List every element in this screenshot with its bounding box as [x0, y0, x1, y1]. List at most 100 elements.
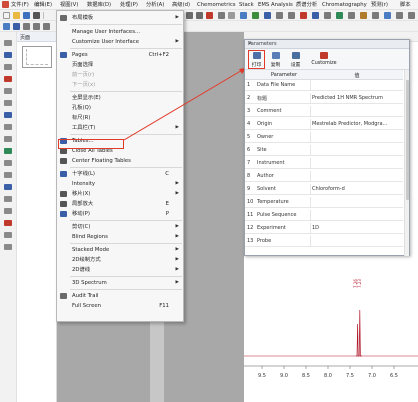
full-view-icon[interactable]: [43, 23, 50, 30]
tool-icon[interactable]: [4, 112, 12, 118]
tool-icon[interactable]: [4, 136, 12, 142]
menu-item[interactable]: 前一页(r): [57, 70, 183, 80]
menu-stack[interactable]: Stack: [239, 1, 254, 9]
tool-icon[interactable]: [4, 64, 12, 70]
menu-item[interactable]: Customize User Interface ▶: [57, 37, 183, 47]
baseline-icon[interactable]: [324, 12, 331, 19]
menu-analysis[interactable]: 分析(A): [146, 1, 164, 9]
arrow-tool-icon[interactable]: [372, 12, 379, 19]
tool-icon[interactable]: [4, 172, 12, 178]
menu-item[interactable]: 2D绘制方式 ▶: [57, 255, 183, 265]
parameters-scrollbar[interactable]: [404, 70, 409, 256]
tool-icon[interactable]: [4, 232, 12, 238]
zoom-icon[interactable]: [240, 12, 247, 19]
menu-chromatography[interactable]: Chromatography: [322, 1, 367, 9]
tool-icon[interactable]: [4, 76, 12, 82]
layout-icon[interactable]: [288, 12, 295, 19]
menu-file[interactable]: 文件(F): [11, 1, 29, 9]
table-row[interactable]: 9 Solvent Chloroform-d: [245, 184, 403, 195]
integral-icon[interactable]: [312, 12, 319, 19]
menu-item[interactable]: 页面选择: [57, 60, 183, 70]
menu-ems-analysis[interactable]: EMS Analysis: [258, 1, 293, 9]
table-row[interactable]: 10 Temperature: [245, 197, 403, 208]
phase-icon[interactable]: [336, 12, 343, 19]
menu-item[interactable]: Audit Trail: [57, 291, 183, 301]
tool-icon[interactable]: [4, 244, 12, 250]
menu-item[interactable]: Full Screen F11: [57, 301, 183, 311]
table-row[interactable]: 1 Data File Name: [245, 80, 403, 91]
menu-predict[interactable]: 预测(r): [371, 1, 388, 9]
menu-item[interactable]: Pages Ctrl+F2: [57, 50, 183, 60]
menu-item[interactable]: Stacked Mode ▶: [57, 245, 183, 255]
menu-item[interactable]: Center Floating Tables: [57, 156, 183, 166]
menu-item[interactable]: Blind Regions ▶: [57, 232, 183, 242]
tool-icon[interactable]: [4, 160, 12, 166]
tool-icon[interactable]: [4, 196, 12, 202]
menu-item[interactable]: 移动(P) P: [57, 209, 183, 219]
tool-icon[interactable]: [4, 220, 12, 226]
table-row[interactable]: 13 Probe: [245, 236, 403, 247]
table-row[interactable]: 6 Site: [245, 145, 403, 156]
menu-item[interactable]: 2D谱线 ▶: [57, 265, 183, 275]
menu-item[interactable]: 标尺(R): [57, 113, 183, 123]
vertical-zoom-icon[interactable]: [33, 23, 40, 30]
tool-icon[interactable]: [4, 88, 12, 94]
table-row[interactable]: 2 标题 Predicted 1H NMR Spectrum: [245, 93, 403, 104]
tool-icon[interactable]: [4, 148, 12, 154]
pan-icon[interactable]: [13, 23, 20, 30]
menu-item[interactable]: 移片(X) ▶: [57, 189, 183, 199]
open-folder-icon[interactable]: [13, 12, 20, 19]
tool-icon[interactable]: [4, 124, 12, 130]
view-icon[interactable]: [3, 23, 10, 30]
menu-script[interactable]: 脚本: [400, 1, 411, 9]
menu-item[interactable]: 十字线(L) C: [57, 169, 183, 179]
customize-button[interactable]: Customize: [309, 51, 339, 69]
crosshair-icon[interactable]: [264, 12, 271, 19]
tool-icon[interactable]: [4, 208, 12, 214]
peak-pick-icon[interactable]: [300, 12, 307, 19]
fit-icon[interactable]: [276, 12, 283, 19]
settings-icon[interactable]: [396, 12, 403, 19]
menu-process[interactable]: 处理(P): [120, 1, 138, 9]
report-icon[interactable]: [384, 12, 391, 19]
undo-icon[interactable]: [186, 12, 193, 19]
save-icon[interactable]: [23, 12, 30, 19]
new-file-icon[interactable]: [3, 12, 10, 19]
move-icon[interactable]: [252, 12, 259, 19]
tool-icon[interactable]: [4, 52, 12, 58]
horizontal-zoom-icon[interactable]: [23, 23, 30, 30]
menu-item[interactable]: 布局模板 ▶: [57, 13, 183, 23]
select-arrow-icon[interactable]: [218, 12, 225, 19]
table-row[interactable]: 3 Comment: [245, 106, 403, 117]
menu-advanced[interactable]: 高级(d): [172, 1, 190, 9]
molecule-icon[interactable]: [360, 12, 367, 19]
menu-chemometrics[interactable]: Chemometrics: [197, 1, 236, 9]
table-row[interactable]: 12 Experiment 1D: [245, 223, 403, 234]
print-icon[interactable]: [33, 12, 40, 19]
tool-icon[interactable]: [4, 100, 12, 106]
table-row[interactable]: 7 Instrument: [245, 158, 403, 169]
redo-icon[interactable]: [196, 12, 203, 19]
menu-item[interactable]: 下一页(x): [57, 80, 183, 90]
table-row[interactable]: 11 Pulse Sequence: [245, 210, 403, 221]
page-thumbnail[interactable]: [22, 46, 52, 68]
menu-item[interactable]: 全屏显示(E): [57, 93, 183, 103]
menu-item[interactable]: 局部放大 E: [57, 199, 183, 209]
settings-button[interactable]: 设置: [287, 51, 304, 69]
copy-button[interactable]: 复制: [267, 51, 284, 69]
menu-item[interactable]: 3D Spectrum ▶: [57, 278, 183, 288]
menu-ms-analysis[interactable]: 质谱分析: [296, 1, 317, 9]
dropdown-icon[interactable]: [228, 12, 235, 19]
table-row[interactable]: 8 Author: [245, 171, 403, 182]
menu-item[interactable]: Intensity ▶: [57, 179, 183, 189]
more-icon[interactable]: [408, 12, 415, 19]
menu-item[interactable]: 剪切(C) ▶: [57, 222, 183, 232]
menu-database[interactable]: 数据库(D): [87, 1, 111, 9]
menu-item[interactable]: 工具栏(T) ▶: [57, 123, 183, 133]
menu-edit[interactable]: 编辑(E): [34, 1, 52, 9]
text-icon[interactable]: [348, 12, 355, 19]
menu-item[interactable]: Manage User Interfaces...: [57, 27, 183, 37]
spectrum-plot[interactable]: 7.26 7.23 9.5 9.0 8.5 8.0 7.5 7.0 6.5: [244, 250, 418, 402]
menu-item[interactable]: 孔板(Q): [57, 103, 183, 113]
tool-icon[interactable]: [4, 40, 12, 46]
